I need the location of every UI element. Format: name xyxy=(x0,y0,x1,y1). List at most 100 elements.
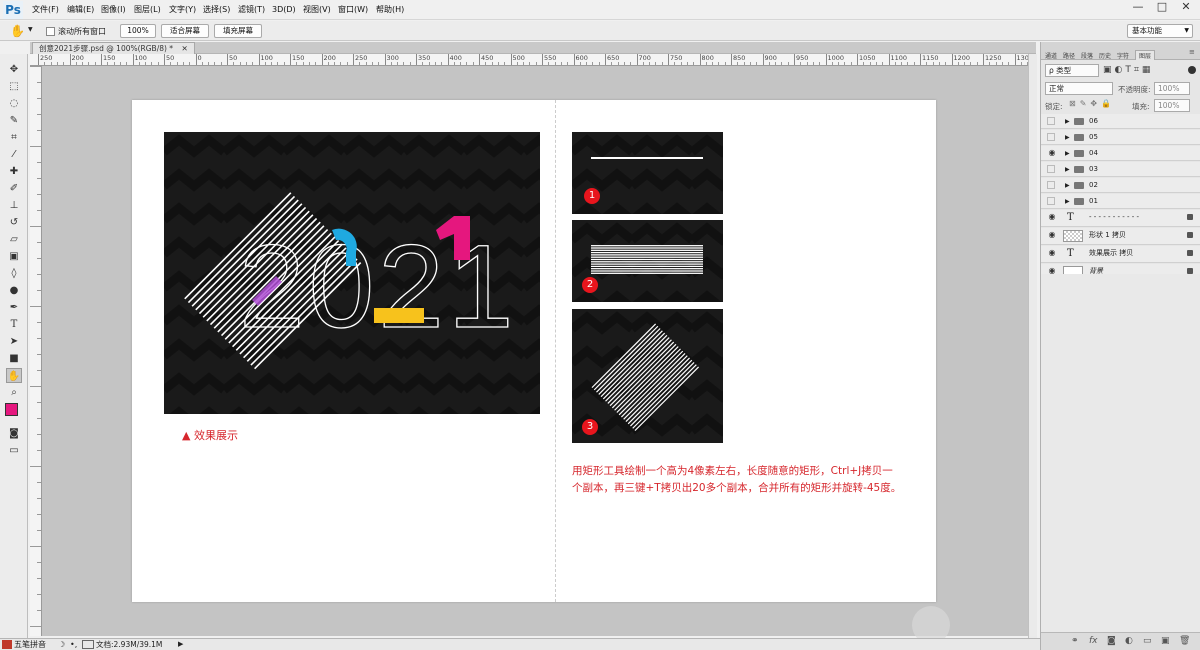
menu-type[interactable]: 文字(Y) xyxy=(169,0,196,20)
layer-row[interactable]: ▶ 06 xyxy=(1041,114,1200,129)
hand-tool-icon[interactable]: ✋ xyxy=(6,368,22,383)
panel-menu-icon[interactable]: ≡ xyxy=(1189,48,1195,56)
eye-icon[interactable]: ◉ xyxy=(1047,212,1057,222)
fill-screen-button[interactable]: 填充屏幕 xyxy=(214,24,262,38)
brush-tool-icon[interactable]: ✐ xyxy=(6,181,22,196)
new-layer-icon[interactable]: ▣ xyxy=(1161,636,1170,646)
visibility-off-icon[interactable] xyxy=(1047,181,1055,189)
maximize-button[interactable]: □ xyxy=(1150,0,1174,16)
menu-select[interactable]: 选择(S) xyxy=(203,0,230,20)
vertical-scrollbar[interactable] xyxy=(1028,54,1037,638)
layer-row[interactable]: ◉ ▶ 04 xyxy=(1041,146,1200,161)
scroll-all-windows-checkbox[interactable] xyxy=(46,27,55,36)
keyboard-icon[interactable] xyxy=(82,640,94,649)
blur-tool-icon[interactable]: ◊ xyxy=(6,266,22,281)
history-brush-tool-icon[interactable]: ↺ xyxy=(6,215,22,230)
layer-row[interactable]: ▶ 02 xyxy=(1041,178,1200,193)
layer-style-icon[interactable]: fx xyxy=(1089,636,1098,646)
filter-toggle-icon[interactable] xyxy=(1188,66,1196,74)
opacity-input[interactable]: 100% xyxy=(1154,82,1190,95)
minimize-button[interactable]: — xyxy=(1126,0,1150,16)
layer-row[interactable]: ◉ 形状 1 拷贝 xyxy=(1041,228,1200,245)
menu-image[interactable]: 图像(I) xyxy=(101,0,126,20)
eye-icon[interactable]: ◉ xyxy=(1047,148,1057,158)
expand-arrow-icon[interactable]: ▶ xyxy=(1065,118,1070,125)
link-layers-icon[interactable]: ⚭ xyxy=(1071,636,1079,646)
menu-window[interactable]: 窗口(W) xyxy=(338,0,368,20)
layer-row[interactable]: ◉ T - - - - - - - - - - - xyxy=(1041,210,1200,227)
add-mask-icon[interactable]: ◙ xyxy=(1107,636,1116,646)
expand-arrow-icon[interactable]: ▶ xyxy=(1065,182,1070,189)
menu-filter[interactable]: 滤镜(T) xyxy=(238,0,265,20)
tab-channels[interactable]: 通道 xyxy=(1045,51,1057,60)
crop-tool-icon[interactable]: ⌗ xyxy=(6,130,22,145)
expand-arrow-icon[interactable]: ▶ xyxy=(1065,166,1070,173)
eye-icon[interactable]: ◉ xyxy=(1047,248,1057,258)
tab-paragraph[interactable]: 段落 xyxy=(1081,51,1093,60)
workspace-dropdown[interactable]: 基本功能 ▼ xyxy=(1127,24,1193,38)
fill-input[interactable]: 100% xyxy=(1154,99,1190,112)
zoom-100-button[interactable]: 100% xyxy=(120,24,156,38)
foreground-color-swatch[interactable] xyxy=(5,403,18,416)
type-tool-icon[interactable]: T xyxy=(6,317,22,332)
document-tab[interactable]: 创意2021步骤.psd @ 100%(RGB/8) * ✕ xyxy=(32,42,195,54)
status-menu-arrow-icon[interactable]: ▶ xyxy=(178,639,183,650)
tool-preset-dropdown-icon[interactable]: ▼ xyxy=(28,26,33,33)
tab-character[interactable]: 字符 xyxy=(1117,51,1129,60)
canvas-area[interactable]: 2021 ▲ 效果展示 1 2 3 用矩形工具绘制一个高为4像素左右，长度随意的… xyxy=(42,66,1036,644)
pen-tool-icon[interactable]: ✒ xyxy=(6,300,22,315)
tab-history[interactable]: 历史 xyxy=(1099,51,1111,60)
expand-arrow-icon[interactable]: ▶ xyxy=(1065,134,1070,141)
menu-file[interactable]: 文件(F) xyxy=(32,0,59,20)
new-group-icon[interactable]: ▭ xyxy=(1143,636,1152,646)
layer-row[interactable]: ▶ 05 xyxy=(1041,130,1200,145)
close-window-button[interactable]: ✕ xyxy=(1174,0,1198,16)
menu-help[interactable]: 帮助(H) xyxy=(376,0,404,20)
gradient-tool-icon[interactable]: ▣ xyxy=(6,249,22,264)
menu-3d[interactable]: 3D(D) xyxy=(272,0,296,20)
blend-mode-select[interactable]: 正常 xyxy=(1045,82,1113,95)
layer-kind-filter[interactable]: ρ 类型 xyxy=(1045,64,1099,77)
close-tab-icon[interactable]: ✕ xyxy=(181,44,187,53)
quick-select-tool-icon[interactable]: ✎ xyxy=(6,113,22,128)
rectangle-tool-icon[interactable]: ■ xyxy=(6,351,22,366)
expand-arrow-icon[interactable]: ▶ xyxy=(1065,150,1070,157)
hand-tool-icon[interactable]: ✋ xyxy=(10,24,25,38)
tab-layers[interactable]: 图层 xyxy=(1135,50,1156,60)
visibility-off-icon[interactable] xyxy=(1047,197,1055,205)
visibility-off-icon[interactable] xyxy=(1047,133,1055,141)
layer-row[interactable]: ▶ 01 xyxy=(1041,194,1200,209)
lasso-tool-icon[interactable]: ◌ xyxy=(6,96,22,111)
adjustment-layer-icon[interactable]: ◐ xyxy=(1125,636,1133,646)
document-size-info[interactable]: 文档:2.93M/39.1M xyxy=(96,639,162,650)
stamp-tool-icon[interactable]: ⊥ xyxy=(6,198,22,213)
lock-icons[interactable]: ⊠✎✥🔒 xyxy=(1069,99,1115,108)
healing-brush-tool-icon[interactable]: ✚ xyxy=(6,164,22,179)
eye-icon[interactable]: ◉ xyxy=(1047,230,1057,240)
layer-row[interactable]: ▶ 03 xyxy=(1041,162,1200,177)
fit-screen-button[interactable]: 适合屏幕 xyxy=(161,24,209,38)
scroll-all-windows-label: 滚动所有窗口 xyxy=(58,27,106,36)
dodge-tool-icon[interactable]: ● xyxy=(6,283,22,298)
screen-mode-icon[interactable]: ▭ xyxy=(6,443,22,458)
visibility-off-icon[interactable] xyxy=(1047,117,1055,125)
move-tool-icon[interactable]: ✥ xyxy=(6,62,22,77)
tab-paths[interactable]: 路径 xyxy=(1063,51,1075,60)
quick-mask-icon[interactable]: ◙ xyxy=(6,426,22,441)
visibility-off-icon[interactable] xyxy=(1047,165,1055,173)
menu-edit[interactable]: 编辑(E) xyxy=(67,0,94,20)
marquee-tool-icon[interactable]: ⬚ xyxy=(6,79,22,94)
punctuation-icon[interactable]: •, xyxy=(70,639,77,650)
filter-icons[interactable]: ▣◐T⌗▦ xyxy=(1103,65,1153,75)
expand-arrow-icon[interactable]: ▶ xyxy=(1065,198,1070,205)
ime-label[interactable]: 五笔拼音 xyxy=(14,639,46,650)
path-select-tool-icon[interactable]: ➤ xyxy=(6,334,22,349)
menu-layer[interactable]: 图层(L) xyxy=(134,0,161,20)
moon-icon[interactable]: ☽ xyxy=(58,639,65,650)
delete-layer-icon[interactable]: 🗑 xyxy=(1179,636,1190,646)
eraser-tool-icon[interactable]: ▱ xyxy=(6,232,22,247)
menu-view[interactable]: 视图(V) xyxy=(303,0,331,20)
eyedropper-tool-icon[interactable]: ⁄ xyxy=(6,147,22,162)
layer-row[interactable]: ◉ T 效果展示 拷贝 xyxy=(1041,246,1200,263)
zoom-tool-icon[interactable]: ⌕ xyxy=(6,385,22,400)
